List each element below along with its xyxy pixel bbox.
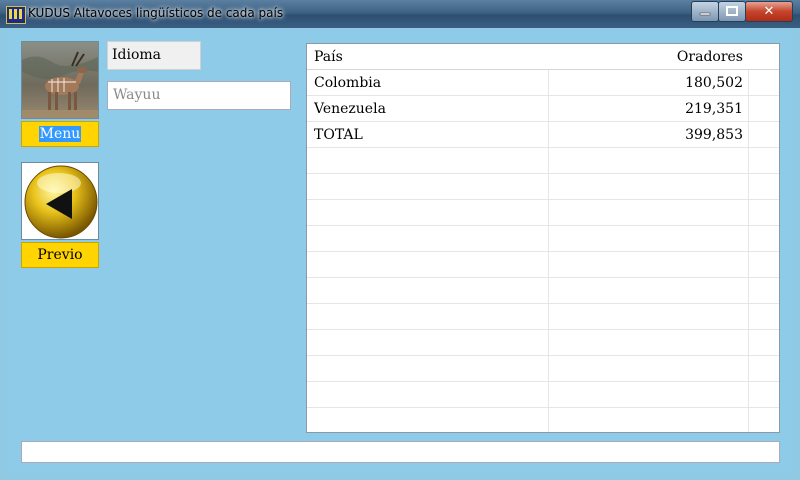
empty-row	[307, 226, 779, 252]
speakers-cell: 180,502	[685, 75, 743, 91]
close-icon: ✕	[763, 4, 775, 19]
previo-tile[interactable]: Previo	[21, 162, 99, 268]
maximize-button[interactable]	[718, 1, 746, 22]
title-bar[interactable]: KUDUS Altavoces lingüísticos de cada paí…	[0, 0, 800, 28]
country-cell: Venezuela	[314, 101, 386, 117]
close-button[interactable]: ✕	[745, 1, 793, 22]
app-icon	[6, 6, 26, 24]
empty-row	[307, 356, 779, 382]
previo-button[interactable]: Previo	[21, 242, 99, 268]
client-area: Menu Previo Idioma Wayuu País Oradores C…	[8, 30, 792, 472]
table-row[interactable]: Venezuela 219,351	[307, 96, 779, 122]
table-row[interactable]: Colombia 180,502	[307, 70, 779, 96]
empty-row	[307, 304, 779, 330]
speakers-table[interactable]: País Oradores Colombia 180,502 Venezuela…	[306, 43, 780, 433]
menu-label: Menu	[38, 126, 82, 142]
kudu-image[interactable]	[21, 41, 99, 119]
back-arrow-icon[interactable]	[21, 162, 99, 240]
language-field[interactable]: Wayuu	[107, 81, 291, 110]
empty-row	[307, 148, 779, 174]
column-header-country[interactable]: País	[314, 44, 548, 70]
minimize-button[interactable]	[691, 1, 719, 22]
menu-button[interactable]: Menu	[21, 121, 99, 147]
speakers-cell: 399,853	[685, 127, 743, 143]
status-bar	[21, 441, 780, 463]
country-cell: TOTAL	[314, 127, 363, 143]
window-title: KUDUS Altavoces lingüísticos de cada paí…	[28, 6, 284, 20]
empty-row	[307, 252, 779, 278]
table-header: País Oradores	[307, 44, 779, 70]
idioma-label: Idioma	[107, 41, 201, 70]
empty-row	[307, 200, 779, 226]
empty-row	[307, 382, 779, 408]
empty-row	[307, 278, 779, 304]
minimize-icon	[699, 12, 711, 16]
table-row[interactable]: TOTAL 399,853	[307, 122, 779, 148]
empty-row	[307, 330, 779, 356]
maximize-icon	[726, 6, 738, 16]
column-header-speakers[interactable]: Oradores	[549, 44, 743, 70]
menu-tile[interactable]: Menu	[21, 41, 99, 147]
empty-row	[307, 174, 779, 200]
speakers-cell: 219,351	[685, 101, 743, 117]
app-window: KUDUS Altavoces lingüísticos de cada paí…	[0, 0, 800, 480]
country-cell: Colombia	[314, 75, 382, 91]
